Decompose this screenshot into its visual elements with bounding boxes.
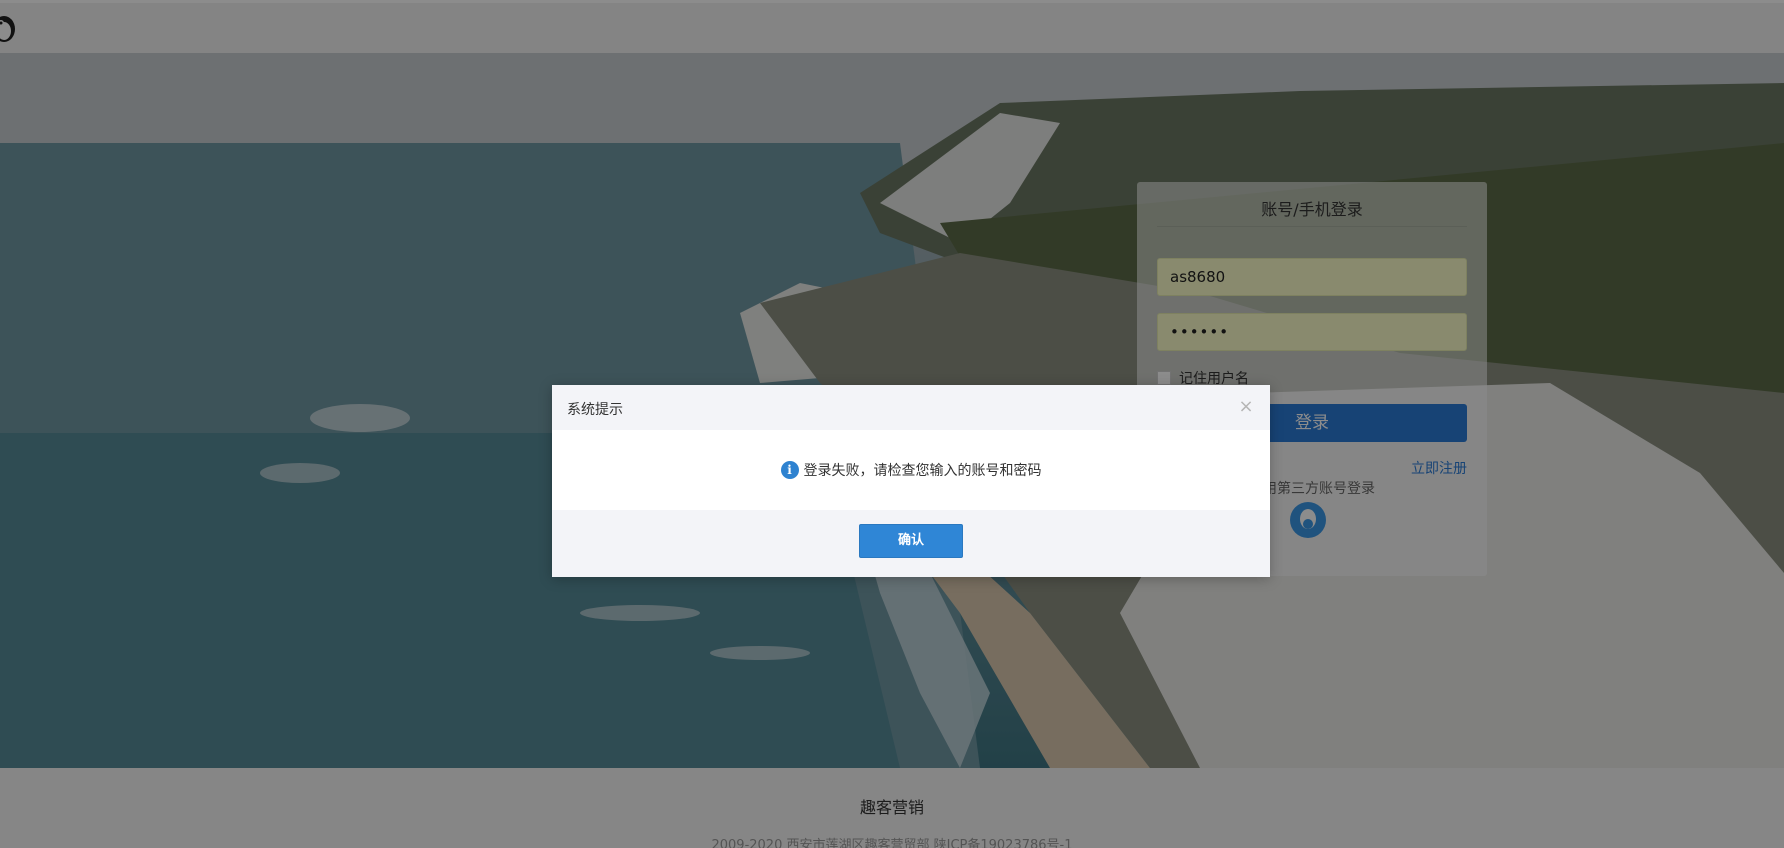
system-dialog: 系统提示 × i 登录失败，请检查您输入的账号和密码 确认 bbox=[552, 385, 1270, 577]
dialog-header: 系统提示 × bbox=[552, 385, 1270, 430]
dialog-body: i 登录失败，请检查您输入的账号和密码 bbox=[552, 430, 1270, 510]
close-icon[interactable]: × bbox=[1236, 397, 1256, 417]
dialog-footer: 确认 bbox=[552, 510, 1270, 577]
dialog-title: 系统提示 bbox=[567, 402, 623, 418]
login-page: 账号/手机登录 as8680 •••••• 记住用户名 登录 立即注册 使用第三… bbox=[0, 0, 1784, 848]
info-icon: i bbox=[780, 461, 799, 479]
dialog-message: 登录失败，请检查您输入的账号和密码 bbox=[803, 463, 1042, 479]
confirm-button[interactable]: 确认 bbox=[859, 524, 963, 558]
